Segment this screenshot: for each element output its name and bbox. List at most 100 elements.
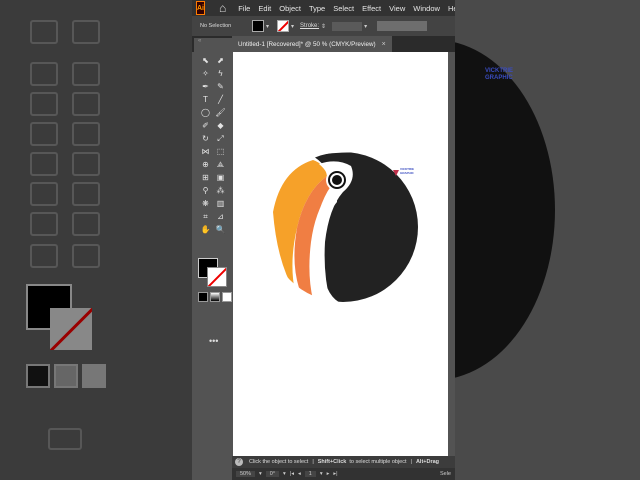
chevron-down-icon[interactable]: ▾ xyxy=(259,471,262,477)
status-shortcut-shift: Shift+Click xyxy=(317,459,347,465)
artboard-tool-icon[interactable]: ⌗ xyxy=(198,210,213,223)
curvature-tool-icon[interactable]: ✎ xyxy=(213,80,228,93)
last-artboard-icon[interactable]: ▸| xyxy=(333,471,337,477)
help-icon[interactable]: ? xyxy=(235,458,243,466)
shaper-tool-icon[interactable]: ✐ xyxy=(198,119,213,132)
blurred-tool-icon xyxy=(72,92,100,116)
artboard-number-field[interactable]: 1 xyxy=(304,471,316,477)
menu-file[interactable]: File xyxy=(234,4,254,13)
artboard[interactable]: VICKTRIE GRAPHIC xyxy=(233,52,448,456)
menu-effect[interactable]: Effect xyxy=(358,4,385,13)
menu-object[interactable]: Object xyxy=(275,4,305,13)
blurred-tool-icon xyxy=(30,20,58,44)
eraser-tool-icon[interactable]: ◆ xyxy=(213,119,228,132)
blurred-tool-icon xyxy=(72,122,100,146)
menu-bar: Ai ⌂ File Edit Object Type Select Effect… xyxy=(192,0,455,16)
prev-artboard-icon[interactable]: ◂ xyxy=(298,471,301,477)
gradient-button[interactable] xyxy=(210,292,220,302)
color-button[interactable] xyxy=(198,292,208,302)
status-shortcut-alt: Alt+Drag xyxy=(415,459,440,465)
chevron-down-icon[interactable]: ▾ xyxy=(320,471,323,477)
magic-wand-tool-icon[interactable]: ✧ xyxy=(198,67,213,80)
blurred-mini-swatch xyxy=(26,364,50,388)
eyedropper-tool-icon[interactable]: ⚲ xyxy=(198,184,213,197)
home-icon[interactable]: ⌂ xyxy=(219,1,226,15)
chevron-down-icon[interactable]: ▾ xyxy=(291,23,294,30)
hand-tool-icon[interactable]: ✋ xyxy=(198,223,213,236)
paintbrush-tool-icon[interactable]: 🖌 xyxy=(213,106,228,119)
blend-tool-icon[interactable]: ⁂ xyxy=(213,184,228,197)
selection-info[interactable]: Sele xyxy=(440,471,451,477)
chevron-down-icon[interactable]: ▾ xyxy=(283,471,286,477)
pen-tool-icon[interactable]: ✒ xyxy=(198,80,213,93)
toucan-artwork[interactable] xyxy=(233,52,448,456)
menu-help[interactable]: Help xyxy=(444,4,455,13)
status-bar: ? Click the object to select | Shift+Cli… xyxy=(232,456,455,468)
lasso-tool-icon[interactable]: ϟ xyxy=(213,67,228,80)
fill-color-swatch[interactable] xyxy=(252,20,264,32)
symbol-sprayer-tool-icon[interactable]: ❋ xyxy=(198,197,213,210)
selection-tool-icon[interactable]: ⬉ xyxy=(198,54,213,67)
blurred-watermark: VICKTRIE GRAPHIC xyxy=(485,68,514,81)
close-icon[interactable]: × xyxy=(382,41,386,48)
chevron-down-icon[interactable]: ▾ xyxy=(364,23,367,30)
edit-toolbar-button[interactable]: ••• xyxy=(209,336,218,346)
direct-selection-tool-icon[interactable]: ⬈ xyxy=(213,54,228,67)
menu-window[interactable]: Window xyxy=(409,4,444,13)
background-left-panel xyxy=(0,0,192,480)
free-transform-tool-icon[interactable]: ⬚ xyxy=(213,145,228,158)
variable-width-profile[interactable] xyxy=(377,21,428,31)
scale-tool-icon[interactable]: ⤢ xyxy=(213,132,228,145)
blurred-tool-icon xyxy=(72,182,100,206)
blurred-stroke-swatch xyxy=(50,308,92,350)
stroke-weight-field[interactable] xyxy=(332,21,363,31)
illustrator-window: Ai ⌂ File Edit Object Type Select Effect… xyxy=(192,0,455,480)
menu-list: File Edit Object Type Select Effect View… xyxy=(234,4,455,13)
rotation-field[interactable]: 0° xyxy=(265,471,280,477)
first-artboard-icon[interactable]: |◂ xyxy=(290,471,294,477)
collapse-panel-icon[interactable]: « xyxy=(198,38,232,44)
control-bar: No Selection ▾ ▾ Stroke: ⇕ ▾ xyxy=(192,16,455,36)
blurred-tool-icon xyxy=(30,92,58,116)
stroke-label[interactable]: Stroke: xyxy=(300,23,319,29)
type-tool-icon[interactable]: T xyxy=(198,93,213,106)
next-artboard-icon[interactable]: ▸ xyxy=(327,471,330,477)
line-tool-icon[interactable]: ╱ xyxy=(213,93,228,106)
blurred-tool-icon xyxy=(30,152,58,176)
none-button[interactable] xyxy=(222,292,232,302)
document-tab[interactable]: Untitled-1 [Recovered]* @ 50 % (CMYK/Pre… xyxy=(232,36,392,52)
gradient-tool-icon[interactable]: ▣ xyxy=(213,171,228,184)
mesh-tool-icon[interactable]: ⊞ xyxy=(198,171,213,184)
chevron-down-icon[interactable]: ▾ xyxy=(266,23,269,30)
menu-view[interactable]: View xyxy=(385,4,409,13)
column-graph-tool-icon[interactable]: ▥ xyxy=(213,197,228,210)
width-tool-icon[interactable]: ⋈ xyxy=(198,145,213,158)
blurred-tool-icon xyxy=(30,62,58,86)
stroke-color-swatch[interactable] xyxy=(277,20,290,32)
stroke-color-box[interactable] xyxy=(207,267,227,287)
selection-status: No Selection xyxy=(200,23,232,29)
blurred-tool-icon xyxy=(72,62,100,86)
menu-edit[interactable]: Edit xyxy=(254,4,275,13)
ellipse-tool-icon[interactable]: ◯ xyxy=(198,106,213,119)
canvas-area[interactable]: VICKTRIE GRAPHIC xyxy=(232,52,455,456)
zoom-tool-icon[interactable]: 🔍 xyxy=(213,223,228,236)
menu-select[interactable]: Select xyxy=(329,4,358,13)
menu-type[interactable]: Type xyxy=(305,4,329,13)
blurred-mini-swatch xyxy=(54,364,78,388)
background-right-panel: VICKTRIE GRAPHIC xyxy=(455,0,640,480)
blurred-tool-icon xyxy=(72,212,100,236)
shape-builder-tool-icon[interactable]: ⊕ xyxy=(198,158,213,171)
stepper-icon[interactable]: ⇕ xyxy=(321,23,326,30)
status-message-2: to select multiple object xyxy=(349,459,407,465)
rotate-tool-icon[interactable]: ↻ xyxy=(198,132,213,145)
zoom-level-field[interactable]: 50% xyxy=(236,471,256,477)
tool-grid: ⬉ ⬈ ✧ ϟ ✒ ✎ T ╱ ◯ 🖌 ✐ ◆ ↻ ⤢ ⋈ ⬚ ⊕ ⟁ ⊞ ▣ … xyxy=(198,54,228,236)
blurred-tool-icon xyxy=(30,122,58,146)
slice-tool-icon[interactable]: ⊿ xyxy=(213,210,228,223)
status-message-1: Click the object to select xyxy=(249,459,309,465)
status-separator: | xyxy=(312,459,314,465)
canvas-watermark: VICKTRIE GRAPHIC xyxy=(400,167,415,175)
blurred-toucan-body xyxy=(455,40,555,380)
perspective-grid-tool-icon[interactable]: ⟁ xyxy=(213,158,228,171)
